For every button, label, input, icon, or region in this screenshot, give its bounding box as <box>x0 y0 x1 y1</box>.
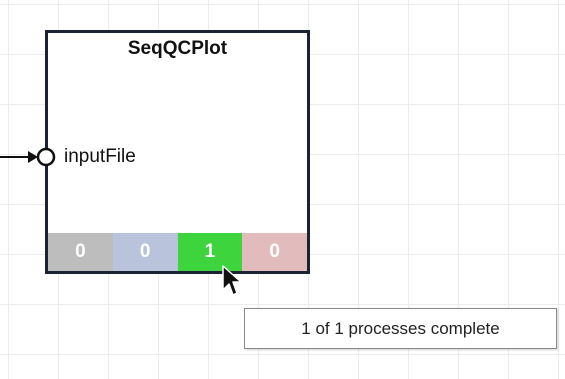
status-running-count[interactable]: 0 <box>112 233 178 271</box>
node-title: SeqQCPlot <box>127 38 228 59</box>
input-port-circle-icon <box>36 147 56 167</box>
status-tooltip: 1 of 1 processes complete <box>244 308 557 349</box>
mouse-cursor-icon <box>222 265 242 296</box>
status-waiting-count[interactable]: 0 <box>48 233 113 271</box>
input-port-label: inputFile <box>64 146 136 167</box>
status-failed-count[interactable]: 0 <box>242 233 307 271</box>
input-port-inputfile[interactable]: inputFile <box>0 145 200 169</box>
node-status-bar: 0 0 1 0 <box>48 233 307 271</box>
input-connector-arrow-icon <box>0 147 56 167</box>
